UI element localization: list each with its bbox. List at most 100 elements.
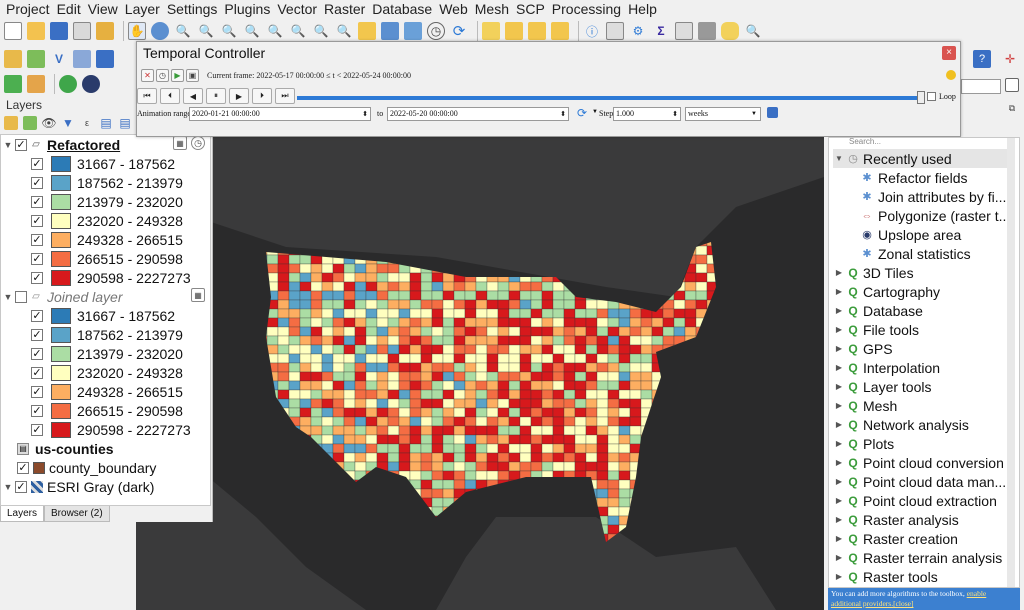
- class-checkbox[interactable]: ✓: [31, 366, 43, 379]
- menu-edit[interactable]: Edit: [57, 1, 81, 17]
- recent-algorithm[interactable]: ✱ Join attributes by fi...: [859, 187, 1006, 206]
- time-slider-handle[interactable]: [917, 91, 925, 104]
- new-project-icon[interactable]: [4, 22, 22, 40]
- tab-layers[interactable]: Layers: [0, 506, 45, 522]
- expand-arrow-icon[interactable]: ▶: [833, 420, 845, 429]
- zoom-out-icon[interactable]: 🔍: [197, 22, 215, 40]
- menu-project[interactable]: Project: [6, 1, 50, 17]
- group-raster-tools[interactable]: ▶ Q Raster tools: [833, 567, 938, 586]
- group-3d-tiles[interactable]: ▶ Q 3D Tiles: [833, 263, 914, 282]
- play-forward-icon[interactable]: ▶: [229, 88, 249, 104]
- python-console-icon[interactable]: [4, 75, 22, 93]
- menu-view[interactable]: View: [88, 1, 118, 17]
- step-field[interactable]: 1.000 ⬍: [613, 107, 681, 121]
- temporal-badge-icon[interactable]: ▦: [191, 288, 205, 302]
- layer-visibility-checkbox[interactable]: ✓: [17, 461, 29, 474]
- class-checkbox[interactable]: ✓: [31, 157, 43, 170]
- new-map-view-icon[interactable]: [358, 22, 376, 40]
- bookmark-icon[interactable]: [404, 22, 422, 40]
- collapse-arrow-icon[interactable]: ▼: [3, 140, 13, 150]
- zoom-next-icon[interactable]: 🔍: [335, 22, 353, 40]
- legend-class-3[interactable]: ✓ 213979 - 232020: [31, 192, 183, 211]
- group-raster-creation[interactable]: ▶ Q Raster creation: [833, 529, 958, 548]
- expand-arrow-icon[interactable]: ▶: [833, 325, 845, 334]
- layer-basemap[interactable]: ▼ ✓ ESRI Gray (dark): [3, 477, 155, 496]
- fixed-range-icon[interactable]: ◷: [156, 69, 169, 82]
- map-canvas[interactable]: [136, 137, 824, 610]
- legend-class-2[interactable]: ✓ 187562 - 213979: [31, 173, 183, 192]
- scp-icon[interactable]: [82, 75, 100, 93]
- expand-arrow-icon[interactable]: ▶: [833, 458, 845, 467]
- statistics-sigma-icon[interactable]: Σ: [652, 22, 670, 40]
- zoom-in-icon[interactable]: 🔍: [174, 22, 192, 40]
- save-project-icon[interactable]: [50, 22, 68, 40]
- spin-arrows-icon[interactable]: ⬍: [672, 108, 678, 120]
- add-vector-icon[interactable]: [27, 49, 45, 68]
- animated-mode-icon[interactable]: ▶: [171, 69, 184, 82]
- previous-frame-icon[interactable]: ⏴: [160, 88, 180, 104]
- menu-raster[interactable]: Raster: [324, 1, 365, 17]
- group-point-cloud-extraction[interactable]: ▶ Q Point cloud extraction: [833, 491, 997, 510]
- toolbox-scrollbar[interactable]: [1007, 138, 1015, 587]
- menu-plugins[interactable]: Plugins: [224, 1, 270, 17]
- group-recently-used[interactable]: ▼ ◷ Recently used: [833, 149, 1013, 168]
- menu-processing[interactable]: Processing: [552, 1, 621, 17]
- tab-browser[interactable]: Browser (2): [44, 506, 110, 522]
- menu-layer[interactable]: Layer: [125, 1, 160, 17]
- spin-arrows-icon[interactable]: ⬍: [362, 108, 368, 120]
- collapse-all-icon[interactable]: ▤: [118, 116, 132, 130]
- legend-class-3[interactable]: ✓ 213979 - 232020: [31, 344, 183, 363]
- disable-navigation-icon[interactable]: ✕: [141, 69, 154, 82]
- collapse-arrow-icon[interactable]: ▼: [3, 292, 13, 302]
- group-interpolation[interactable]: ▶ Q Interpolation: [833, 358, 940, 377]
- loop-checkbox[interactable]: [927, 92, 936, 101]
- range-start-field[interactable]: 2020-01-21 00:00:00 ⬍: [189, 107, 371, 121]
- group-gps[interactable]: ▶ Q GPS: [833, 339, 893, 358]
- style-icon[interactable]: [4, 116, 18, 130]
- search-input[interactable]: Search...: [833, 138, 1013, 149]
- pause-icon[interactable]: ⏸: [206, 88, 226, 104]
- class-checkbox[interactable]: ✓: [31, 233, 43, 246]
- new-3d-view-icon[interactable]: [381, 22, 399, 40]
- group-layer-tools[interactable]: ▶ Q Layer tools: [833, 377, 932, 396]
- menu-web[interactable]: Web: [439, 1, 468, 17]
- reset-range-icon[interactable]: ⟳: [575, 106, 589, 120]
- legend-class-1[interactable]: ✓ 31667 - 187562: [31, 306, 175, 325]
- recent-algorithm[interactable]: ✱ Zonal statistics: [859, 244, 970, 263]
- group-raster-analysis[interactable]: ▶ Q Raster analysis: [833, 510, 959, 529]
- class-checkbox[interactable]: ✓: [31, 404, 43, 417]
- rewind-to-start-icon[interactable]: ⏮: [137, 88, 157, 104]
- select-features-icon[interactable]: [482, 22, 500, 40]
- group-cartography[interactable]: ▶ Q Cartography: [833, 282, 940, 301]
- legend-class-4[interactable]: ✓ 232020 - 249328: [31, 211, 183, 230]
- menu-scp[interactable]: SCP: [516, 1, 545, 17]
- group-mesh[interactable]: ▶ Q Mesh: [833, 396, 897, 415]
- add-raster-icon[interactable]: [96, 49, 114, 68]
- map-tips-icon[interactable]: [721, 22, 739, 40]
- help-icon[interactable]: ?: [973, 50, 991, 68]
- filter-legend-icon[interactable]: ▼: [61, 116, 75, 130]
- zoom-layer-icon[interactable]: 🔍: [289, 22, 307, 40]
- zoom-selection-icon[interactable]: 🔍: [266, 22, 284, 40]
- visibility-eye-icon[interactable]: 👁: [41, 116, 56, 130]
- class-checkbox[interactable]: ✓: [31, 328, 43, 341]
- filter-expression-icon[interactable]: ε: [80, 116, 94, 130]
- layer-visibility-checkbox[interactable]: ✓: [15, 138, 27, 151]
- add-wcs-icon[interactable]: [73, 49, 91, 68]
- clock-icon[interactable]: ◷: [191, 136, 205, 150]
- class-checkbox[interactable]: ✓: [31, 271, 43, 284]
- share-icon[interactable]: [59, 75, 77, 93]
- refresh-icon[interactable]: ⟳: [450, 22, 468, 40]
- menu-help[interactable]: Help: [628, 1, 657, 17]
- select-by-value-icon[interactable]: [505, 22, 523, 40]
- add-wfs-icon[interactable]: V: [50, 50, 68, 68]
- legend-class-6[interactable]: ✓ 266515 - 290598: [31, 249, 183, 268]
- legend-class-7[interactable]: ✓ 290598 - 2227273: [31, 268, 191, 287]
- group-point-cloud-conversion[interactable]: ▶ Q Point cloud conversion: [833, 453, 1004, 472]
- layer-joined[interactable]: ▼ ▱ Joined layer: [3, 287, 123, 306]
- legend-class-7[interactable]: ✓ 290598 - 2227273: [31, 420, 191, 439]
- zoom-full-icon[interactable]: 🔍: [243, 22, 261, 40]
- enable-link[interactable]: enable: [967, 589, 987, 598]
- layer-visibility-checkbox[interactable]: ✓: [15, 480, 27, 493]
- select-location-icon[interactable]: [551, 22, 569, 40]
